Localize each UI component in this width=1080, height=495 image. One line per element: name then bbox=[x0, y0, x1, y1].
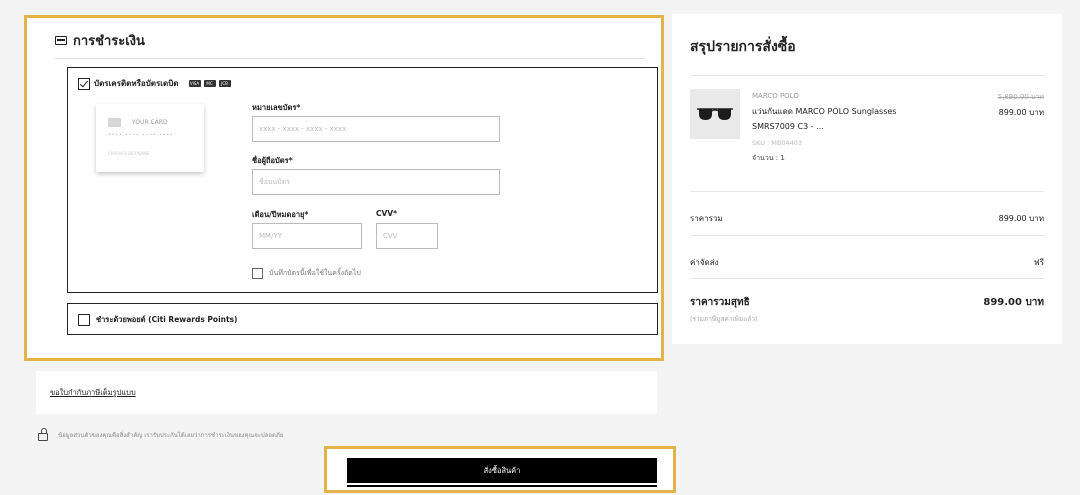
card-preview-holder: CARDHOLDER NAME bbox=[108, 151, 150, 156]
card-name-input[interactable] bbox=[252, 169, 500, 195]
total-label: ราคารวมสุทธิ bbox=[690, 297, 750, 308]
subtotal-value: 899.00 บาท bbox=[998, 214, 1044, 223]
total-value: 899.00 บาท bbox=[983, 297, 1044, 308]
product-sku: SKU : MB04403 bbox=[752, 139, 803, 147]
lock-icon bbox=[38, 428, 48, 441]
visa-icon: VISA bbox=[188, 80, 201, 87]
vat-note: (รวมภาษีมูลค่าเพิ่มแล้ว) bbox=[690, 315, 758, 323]
product-price: 899.00 บาท bbox=[998, 108, 1044, 117]
card-preview-number: •••• •••• •••• •••• bbox=[108, 133, 174, 138]
invoice-section: ขอใบกำกับภาษีเต็มรูปแบบ bbox=[36, 371, 657, 414]
cvv-input[interactable] bbox=[376, 223, 438, 249]
payment-title: การชำระเงิน bbox=[73, 34, 145, 49]
subtotal-label: ราคารวม bbox=[690, 214, 723, 223]
secure-note: ข้อมูลส่วนตัวของคุณคือสิ่งสำคัญ เรารับปร… bbox=[38, 428, 284, 441]
divider bbox=[690, 278, 1044, 279]
card-option-header[interactable]: บัตรเครดิตหรือบัตรเดบิต VISA MC JCB bbox=[78, 77, 231, 90]
card-option-checkbox[interactable] bbox=[78, 77, 90, 90]
card-number-input[interactable] bbox=[252, 116, 500, 142]
points-payment-option[interactable]: ชำระด้วยพอยต์ (Citi Rewards Points) bbox=[67, 303, 658, 335]
secure-note-text: ข้อมูลส่วนตัวของคุณคือสิ่งสำคัญ เรารับปร… bbox=[58, 432, 284, 439]
product-name[interactable]: แว่นกันแดด MARCO POLO Sunglasses SMRS700… bbox=[752, 104, 912, 134]
credit-card-icon bbox=[55, 36, 67, 45]
points-option-checkbox[interactable] bbox=[78, 314, 90, 326]
mastercard-icon: MC bbox=[203, 80, 216, 87]
divider bbox=[347, 485, 657, 487]
card-preview: YOUR CARD •••• •••• •••• •••• CARDHOLDER… bbox=[96, 104, 204, 172]
payment-header: การชำระเงิน bbox=[55, 30, 145, 51]
points-option-header[interactable]: ชำระด้วยพอยต์ (Citi Rewards Points) bbox=[78, 314, 237, 326]
card-option-label: บัตรเครดิตหรือบัตรเดบิต bbox=[94, 79, 179, 88]
expiry-input[interactable] bbox=[252, 223, 362, 249]
remember-card-label: บันทึกบัตรนี้เพื่อใช้ในครั้งถัดไป bbox=[269, 269, 361, 277]
remember-card-checkbox[interactable] bbox=[252, 268, 263, 279]
jcb-icon: JCB bbox=[218, 80, 231, 87]
payment-section: การชำระเงิน บัตรเครดิตหรือบัตรเดบิต VISA… bbox=[24, 15, 664, 361]
expiry-label: เดือน/ปีหมดอายุ* bbox=[252, 210, 309, 219]
divider bbox=[690, 191, 1044, 192]
order-button-section: สั่งซื้อสินค้า bbox=[324, 446, 676, 493]
divider bbox=[55, 58, 645, 59]
points-option-label: ชำระด้วยพอยต์ (Citi Rewards Points) bbox=[96, 315, 238, 324]
summary-title: สรุปรายการสั่งซื้อ bbox=[690, 39, 796, 55]
card-chip-icon bbox=[108, 118, 121, 127]
card-name-label: ชื่อผู้ถือบัตร* bbox=[252, 156, 293, 165]
card-preview-label: YOUR CARD bbox=[132, 119, 168, 126]
divider bbox=[690, 75, 1044, 76]
order-summary: สรุปรายการสั่งซื้อ MARCO POLO แว่นกันแดด… bbox=[672, 14, 1062, 344]
remember-card[interactable]: บันทึกบัตรนี้เพื่อใช้ในครั้งถัดไป bbox=[252, 268, 361, 279]
card-payment-option: บัตรเครดิตหรือบัตรเดบิต VISA MC JCB YOUR… bbox=[67, 67, 658, 293]
card-brand-icons: VISA MC JCB bbox=[188, 80, 231, 87]
place-order-button[interactable]: สั่งซื้อสินค้า bbox=[347, 458, 657, 483]
sunglasses-icon bbox=[697, 108, 733, 120]
card-number-label: หมายเลขบัตร* bbox=[252, 103, 301, 112]
product-brand: MARCO POLO bbox=[752, 92, 799, 100]
product-quantity: จำนวน : 1 bbox=[752, 154, 785, 162]
divider bbox=[690, 235, 1044, 236]
cvv-label: CVV* bbox=[376, 209, 398, 218]
shipping-value: ฟรี bbox=[1034, 258, 1044, 267]
product-original-price: 5,890.00 บาท bbox=[997, 93, 1044, 101]
payment-panel: การชำระเงิน บัตรเครดิตหรือบัตรเดบิต VISA… bbox=[39, 18, 658, 358]
shipping-label: ค่าจัดส่ง bbox=[690, 258, 719, 267]
product-image bbox=[690, 89, 740, 139]
invoice-link[interactable]: ขอใบกำกับภาษีเต็มรูปแบบ bbox=[50, 387, 136, 399]
